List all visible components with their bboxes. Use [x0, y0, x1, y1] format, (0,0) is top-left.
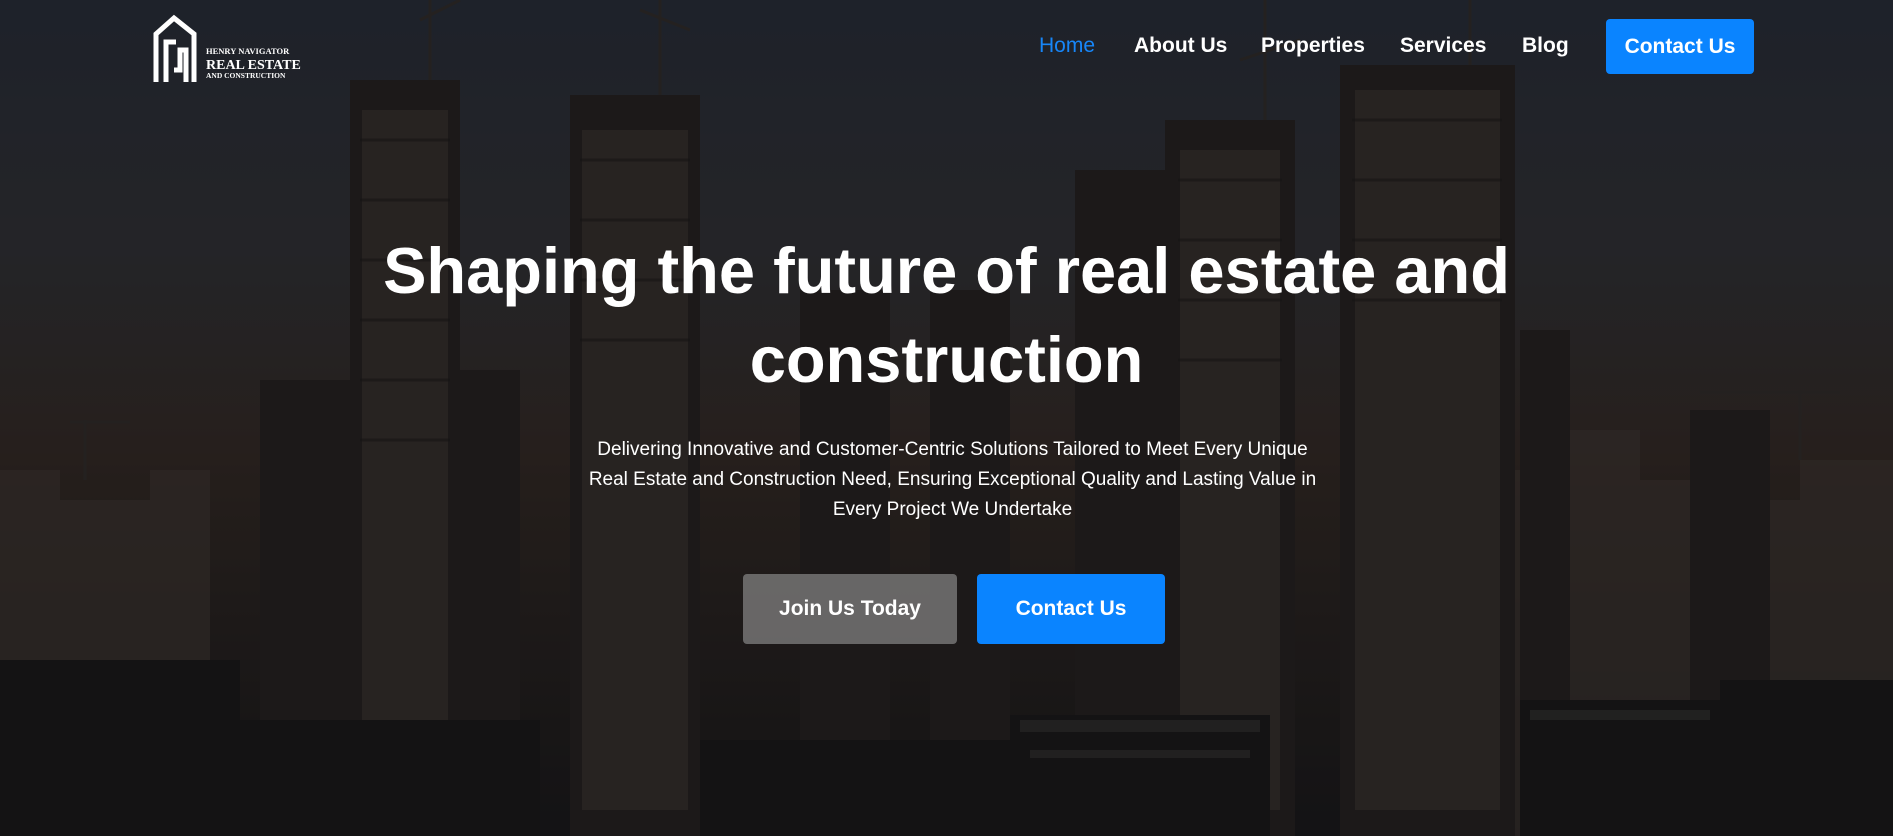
hero-contact-button[interactable]: Contact Us — [977, 574, 1165, 644]
nav-link-properties[interactable]: Properties — [1261, 34, 1365, 58]
nav-link-services[interactable]: Services — [1400, 34, 1486, 58]
headline-line-1: Shaping the future of real estate and — [383, 234, 1510, 307]
headline-line-2: construction — [749, 323, 1144, 396]
main-menu: Home About Us Properties Services Blog C… — [0, 0, 1893, 96]
hero-section: HENRY NAVIGATOR REAL ESTATE AND CONSTRUC… — [0, 0, 1893, 836]
hero-subtitle: Delivering Innovative and Customer-Centr… — [540, 435, 1365, 525]
top-navigation: HENRY NAVIGATOR REAL ESTATE AND CONSTRUC… — [0, 0, 1893, 96]
nav-link-about-us[interactable]: About Us — [1134, 34, 1227, 58]
subtitle-line-2: Real Estate and Construction Need, Ensur… — [588, 469, 1317, 490]
dark-overlay — [0, 0, 1893, 836]
subtitle-line-1: Delivering Innovative and Customer-Centr… — [597, 439, 1308, 460]
join-us-button[interactable]: Join Us Today — [743, 574, 957, 644]
hero-headline: Shaping the future of real estate and co… — [300, 226, 1593, 404]
nav-contact-button[interactable]: Contact Us — [1606, 19, 1754, 74]
nav-link-blog[interactable]: Blog — [1522, 34, 1569, 58]
subtitle-line-3: Every Project We Undertake — [832, 499, 1073, 520]
nav-link-home[interactable]: Home — [1039, 34, 1095, 58]
